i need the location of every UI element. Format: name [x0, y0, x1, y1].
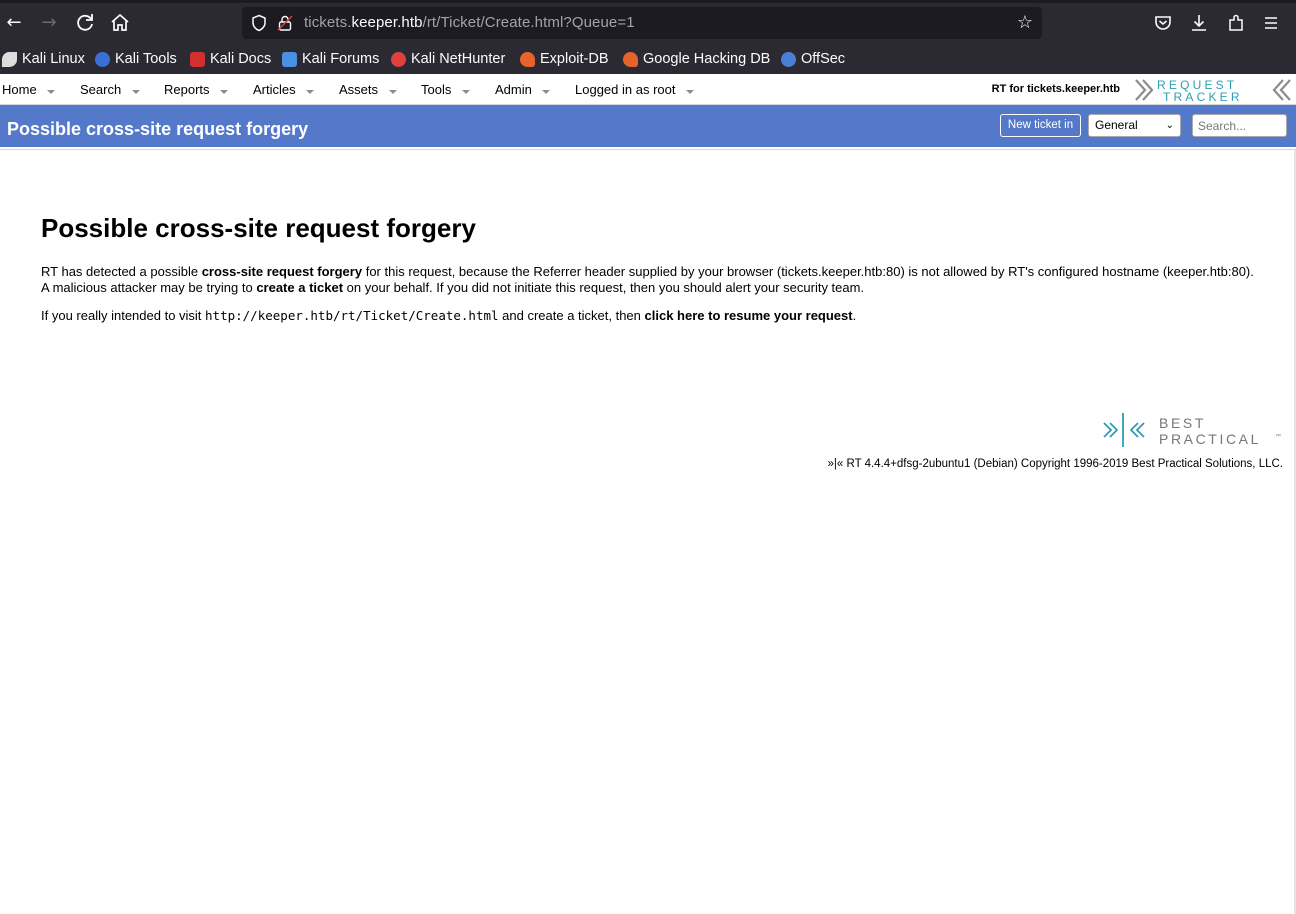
csrf-explanation-line2: A malicious attacker may be trying to cr…: [41, 280, 864, 296]
bookmark-kali-nethunter[interactable]: Kali NetHunter: [391, 49, 505, 69]
ghdb-icon: [623, 51, 638, 67]
action-term: create a ticket: [256, 280, 344, 295]
logo-tracker-text: TRACKER: [1163, 90, 1243, 103]
bookmarks-toolbar: Kali Linux Kali Tools Kali Docs Kali For…: [0, 47, 1296, 71]
bookmark-label: Exploit-DB: [540, 51, 609, 67]
downloads-icon[interactable]: [1188, 12, 1210, 34]
kali-tools-icon: [95, 51, 110, 67]
text-segment: and create a ticket, then: [498, 308, 645, 323]
menu-hamburger-icon[interactable]: [1260, 12, 1282, 34]
text-segment: A malicious attacker may be trying to: [41, 280, 257, 295]
home-icon[interactable]: [108, 11, 132, 35]
tab-strip: [0, 0, 1296, 3]
address-bar[interactable]: tickets.keeper.htb/rt/Ticket/Create.html…: [242, 7, 1042, 39]
resume-request-link[interactable]: click here to resume your request: [645, 308, 853, 323]
new-ticket-button[interactable]: New ticket in: [1000, 114, 1081, 137]
logo-practical-text: PRACTICAL: [1159, 431, 1261, 447]
url-path: /rt/Ticket/Create.html?Queue=1: [422, 14, 635, 31]
menu-admin[interactable]: Admin: [495, 82, 532, 97]
page-title: Possible cross-site request forgery: [7, 119, 309, 139]
queue-select[interactable]: General ⌄: [1088, 114, 1181, 137]
nethunter-icon: [391, 51, 406, 67]
chevron-down-icon: ⌄: [1165, 120, 1174, 131]
menu-reports-caret-icon[interactable]: [220, 90, 228, 94]
bookmark-kali-linux[interactable]: Kali Linux: [2, 49, 85, 69]
text-segment: on your behalf. If you did not initiate …: [343, 280, 865, 295]
logo-trademark: ™: [1275, 433, 1281, 440]
text-segment: for this request, because the Referrer h…: [362, 264, 1254, 279]
csrf-term: cross-site request forgery: [201, 264, 363, 279]
browser-toolbar: ← → tickets.keeper.htb/rt/Ticket/Create.…: [0, 0, 1296, 74]
menu-home[interactable]: Home: [2, 82, 37, 97]
bookmark-kali-docs[interactable]: Kali Docs: [190, 49, 271, 69]
menu-tools[interactable]: Tools: [421, 82, 451, 97]
kali-docs-icon: [190, 51, 205, 67]
url-prefix: tickets.: [304, 14, 352, 31]
menu-articles[interactable]: Articles: [253, 82, 296, 97]
bookmark-label: Kali Tools: [115, 51, 177, 67]
url-host: keeper.htb: [351, 14, 423, 31]
target-url: http://keeper.htb/rt/Ticket/Create.html: [205, 308, 499, 323]
menu-home-caret-icon[interactable]: [47, 90, 55, 94]
bookmark-exploit-db[interactable]: Exploit-DB: [520, 49, 609, 69]
request-tracker-logo[interactable]: REQUEST TRACKER: [1134, 77, 1294, 103]
reload-icon[interactable]: [73, 11, 97, 35]
text-segment: RT has detected a possible: [41, 264, 202, 279]
menu-admin-caret-icon[interactable]: [542, 90, 550, 94]
queue-selected-value: General: [1095, 118, 1138, 132]
kali-dragon-icon: [2, 51, 17, 67]
bookmark-label: Kali Linux: [22, 51, 85, 67]
bookmark-label: Kali Docs: [210, 51, 272, 67]
bookmark-label: Kali Forums: [302, 51, 380, 67]
menu-reports[interactable]: Reports: [164, 82, 210, 97]
menu-search[interactable]: Search: [80, 82, 121, 97]
text-segment: If you really intended to visit: [41, 308, 206, 323]
url-text[interactable]: tickets.keeper.htb/rt/Ticket/Create.html…: [304, 14, 635, 31]
text-segment: .: [852, 308, 857, 323]
page-header: Possible cross-site request forgery New …: [0, 105, 1296, 147]
search-input[interactable]: [1192, 114, 1287, 137]
menu-search-caret-icon[interactable]: [132, 90, 140, 94]
bookmark-label: Google Hacking DB: [643, 51, 771, 67]
bookmark-kali-forums[interactable]: Kali Forums: [282, 49, 379, 69]
forward-icon[interactable]: →: [37, 11, 61, 35]
bookmark-label: Kali NetHunter: [411, 51, 506, 67]
menu-tools-caret-icon[interactable]: [462, 90, 470, 94]
exploit-db-icon: [520, 51, 535, 67]
bookmark-kali-tools[interactable]: Kali Tools: [95, 49, 177, 69]
kali-forums-icon: [282, 51, 297, 67]
csrf-explanation-line1: RT has detected a possible cross-site re…: [41, 264, 1254, 280]
tracking-shield-icon[interactable]: [250, 14, 268, 32]
insecure-lock-icon[interactable]: [276, 14, 294, 32]
bookmark-label: OffSec: [801, 51, 846, 67]
resume-paragraph: If you really intended to visit http://k…: [41, 308, 856, 324]
menu-logged-in[interactable]: Logged in as root: [575, 82, 675, 97]
menu-assets-caret-icon[interactable]: [389, 90, 397, 94]
error-heading: Possible cross-site request forgery: [41, 213, 476, 243]
rt-instance-name: RT for tickets.keeper.htb: [991, 83, 1120, 95]
copyright-notice: »|« RT 4.4.4+dfsg-2ubuntu1 (Debian) Copy…: [827, 458, 1284, 470]
menu-assets[interactable]: Assets: [339, 82, 378, 97]
pocket-icon[interactable]: [1152, 12, 1174, 34]
bookmark-ghdb[interactable]: Google Hacking DB: [623, 49, 770, 69]
header-divider: [0, 147, 1296, 150]
back-icon[interactable]: ←: [2, 11, 26, 35]
logo-best-text: BEST: [1159, 415, 1206, 431]
menu-logged-in-caret-icon[interactable]: [686, 90, 694, 94]
offsec-icon: [781, 51, 796, 67]
best-practical-logo[interactable]: BEST PRACTICAL ™: [1102, 412, 1284, 448]
bookmark-star-icon[interactable]: ☆: [1014, 12, 1036, 34]
menu-articles-caret-icon[interactable]: [306, 90, 314, 94]
extensions-icon[interactable]: [1225, 12, 1247, 34]
rt-main-menu: Home Search Reports Articles Assets Tool…: [0, 74, 1296, 105]
bookmark-offsec[interactable]: OffSec: [781, 49, 845, 69]
